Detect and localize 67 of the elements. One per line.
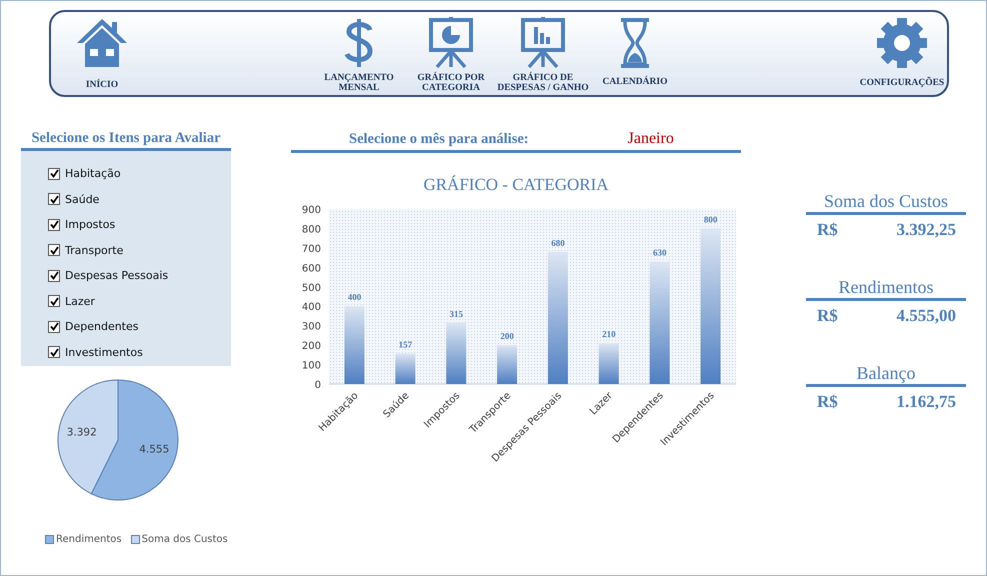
- y-tick-label: 900: [302, 205, 321, 216]
- checkbox[interactable]: [48, 193, 60, 206]
- category-checkbox[interactable]: Transporte: [48, 238, 231, 263]
- pie-value-label: 4.555: [139, 443, 170, 456]
- nav-button[interactable]: GRÁFICO DE DESPESAS / GANHO: [497, 14, 589, 93]
- data-label: 400: [348, 292, 362, 302]
- bar-chart-board-icon: [521, 17, 565, 69]
- category-checkbox[interactable]: Lazer: [48, 288, 231, 314]
- category-checkbox[interactable]: Habitação: [48, 161, 231, 186]
- summary-amount: 1.162,75: [896, 392, 956, 412]
- data-label: 800: [704, 214, 718, 224]
- data-label: 630: [652, 248, 666, 258]
- summary-title: Balanço: [806, 363, 966, 387]
- summary-amount: 3.392,25: [896, 220, 956, 240]
- bar: [446, 322, 466, 384]
- y-tick-label: 200: [302, 341, 321, 352]
- data-label: 315: [449, 308, 463, 319]
- month-label: Selecione o mês para análise:: [349, 131, 529, 148]
- data-label: 200: [500, 331, 514, 342]
- hourglass-icon: [618, 17, 652, 69]
- category-checkbox[interactable]: Impostos: [48, 212, 231, 238]
- y-tick-label: 700: [302, 244, 321, 255]
- checkbox[interactable]: [48, 168, 60, 180]
- checkbox[interactable]: [48, 218, 60, 231]
- legend-swatch: [45, 535, 54, 544]
- nav-button[interactable]: CALENDÁRIO: [589, 14, 681, 87]
- data-label: 680: [551, 238, 565, 248]
- summary-title: Soma dos Custos: [806, 191, 966, 215]
- data-label: 157: [398, 339, 412, 350]
- category-checkbox[interactable]: Dependentes: [48, 314, 231, 340]
- summary-amount: 4.555,00: [896, 306, 956, 326]
- bar: [497, 345, 518, 384]
- legend-label: Soma dos Custos: [142, 534, 228, 545]
- y-tick-label: 400: [302, 302, 321, 314]
- currency-label: R$: [817, 392, 838, 412]
- currency-label: R$: [817, 220, 838, 240]
- y-tick-label: 500: [302, 282, 321, 294]
- nav-button[interactable]: CONFIGURAÇÕES: [857, 14, 947, 88]
- pie-chart-board-icon: [429, 17, 473, 69]
- chart-title: GRÁFICO - CATEGORIA: [422, 175, 610, 195]
- bar: [598, 343, 619, 384]
- house-icon: [75, 17, 129, 69]
- data-label: 210: [602, 329, 616, 340]
- checkbox[interactable]: [48, 295, 60, 308]
- month-dropdown[interactable]: Janeiro: [628, 130, 674, 148]
- category-checkbox[interactable]: Despesas Pessoais: [48, 263, 231, 288]
- legend-swatch: [130, 535, 140, 544]
- y-tick-label: 600: [302, 263, 321, 274]
- settings-icon: [876, 17, 928, 69]
- pie-value-label: 3.392: [66, 426, 97, 439]
- currency-label: R$: [817, 306, 838, 326]
- y-tick-label: 0: [314, 380, 321, 391]
- y-tick-label: 300: [302, 322, 321, 333]
- nav-button[interactable]: GRÁFICO POR CATEGORIA: [405, 14, 497, 93]
- y-tick-label: 800: [302, 224, 321, 236]
- y-tick-label: 100: [302, 360, 321, 372]
- bar: [395, 353, 416, 384]
- nav-button[interactable]: INÍCIO: [71, 14, 133, 90]
- checkbox[interactable]: [48, 320, 60, 333]
- checkbox[interactable]: [48, 346, 60, 358]
- category-checkbox[interactable]: Investimentos: [48, 340, 231, 365]
- nav-button[interactable]: LANÇAMENTO MENSAL: [313, 14, 405, 93]
- category-checkbox[interactable]: Saúde: [48, 186, 231, 212]
- checkbox[interactable]: [48, 244, 60, 256]
- legend-label: Rendimentos: [56, 534, 122, 545]
- summary-title: Rendimentos: [806, 277, 966, 301]
- checkbox[interactable]: [48, 270, 60, 282]
